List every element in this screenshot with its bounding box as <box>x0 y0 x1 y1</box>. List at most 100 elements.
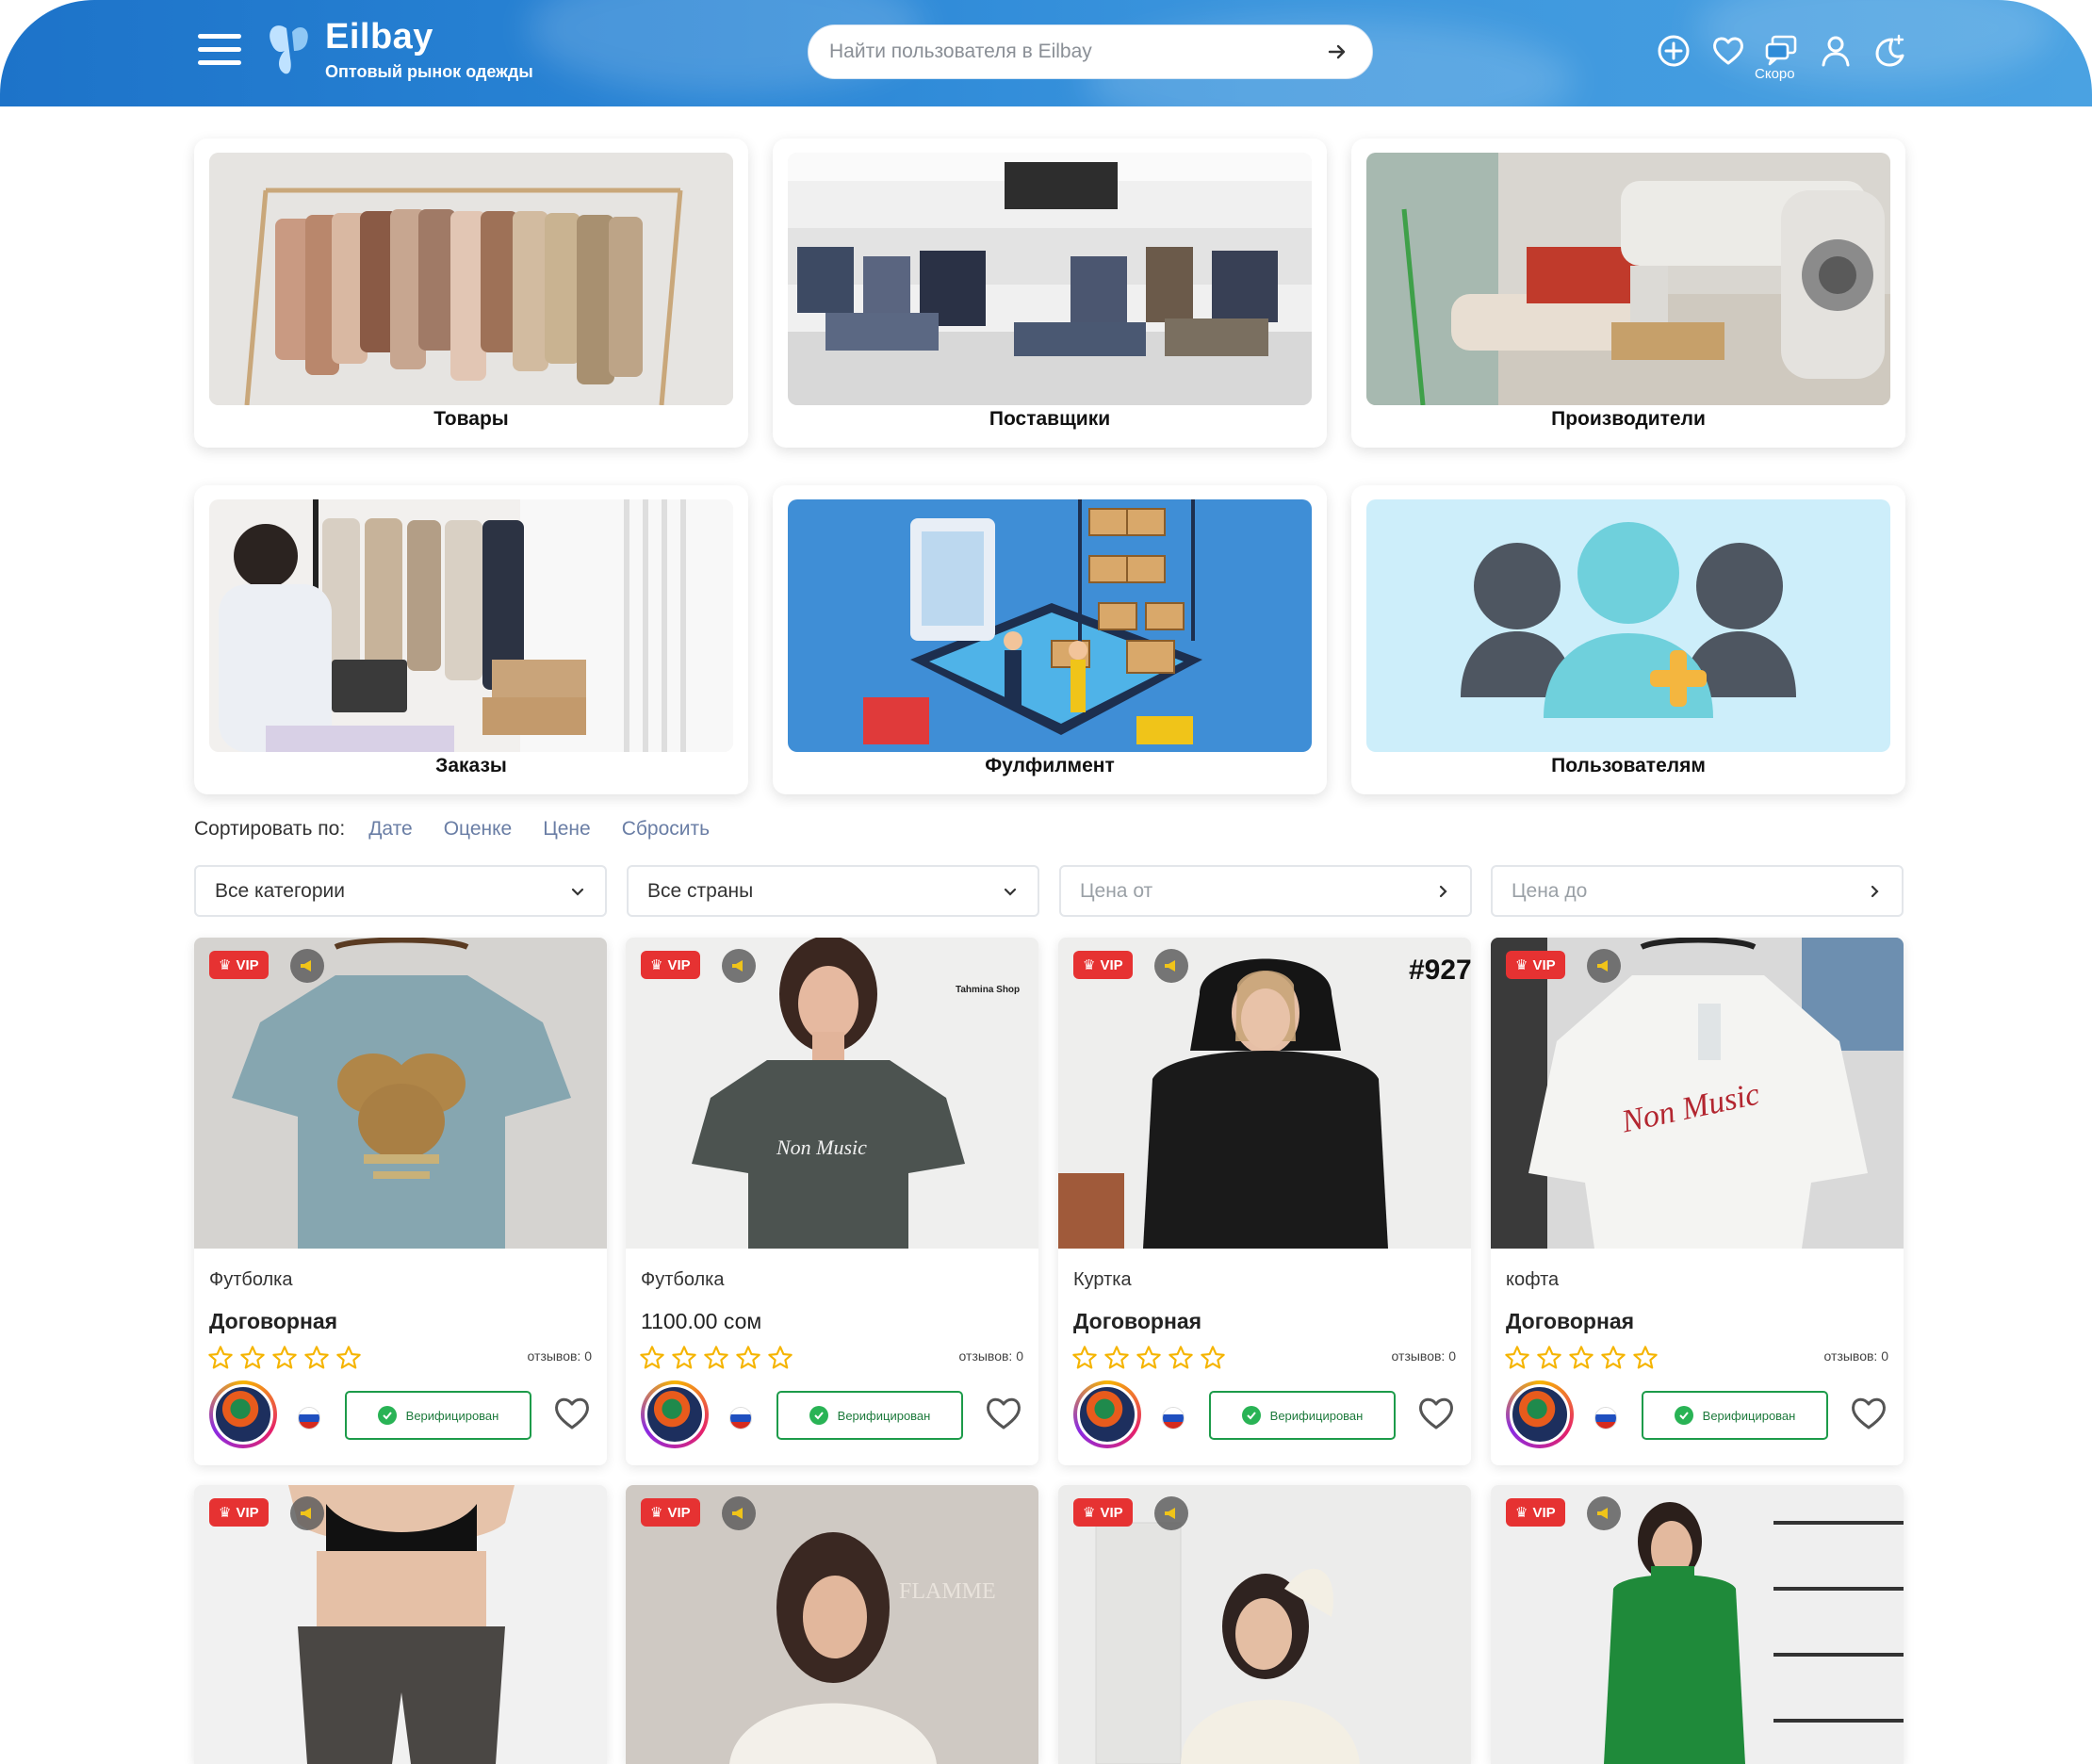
verified-badge: Верифицирован <box>345 1391 531 1440</box>
category-select[interactable]: Все категории <box>194 865 607 917</box>
product-card[interactable]: ♛ VIP <box>1491 1485 1904 1764</box>
category-label: Заказы <box>435 755 507 776</box>
vip-badge-label: VIP <box>667 956 691 973</box>
category-tile-suppliers[interactable]: Поставщики <box>773 139 1327 448</box>
megaphone-icon[interactable] <box>290 1496 324 1530</box>
crown-icon: ♛ <box>650 1505 663 1521</box>
verified-badge: Верифицирован <box>1642 1391 1828 1440</box>
product-photo: FLAMME ♛ VIP <box>626 1485 1038 1764</box>
app-title[interactable]: Eilbay <box>325 17 433 57</box>
chevron-down-icon <box>1004 888 1017 896</box>
seller-avatar[interactable] <box>1506 1380 1574 1448</box>
product-card[interactable]: ♛ VIP <box>1058 1485 1471 1764</box>
favorite-heart-icon[interactable] <box>1847 1392 1890 1435</box>
product-photo: ♛ VIP <box>1491 1485 1904 1764</box>
star-icon <box>1569 1346 1594 1369</box>
sort-by-price-link[interactable]: Цене <box>543 818 591 841</box>
product-card[interactable]: ♛ VIP Футболка Договорная отзывов: 0 Вери… <box>194 938 607 1465</box>
product-card[interactable]: Non Music Tahmina Shop ♛ VIP Футболка 110… <box>626 938 1038 1465</box>
country-select[interactable]: Все страны <box>627 865 1039 917</box>
favorite-heart-icon[interactable] <box>1414 1392 1458 1435</box>
review-count: отзывов: 0 <box>1391 1348 1456 1364</box>
seller-avatar[interactable] <box>1073 1380 1141 1448</box>
product-card[interactable]: #927 ♛ VIP Куртка Договорная отзывов: 0 В… <box>1058 938 1471 1465</box>
product-card[interactable]: Non Music ♛ VIP кофта Договорная отзывов:… <box>1491 938 1904 1465</box>
seller-avatar[interactable] <box>209 1380 277 1448</box>
star-icon <box>1169 1346 1193 1369</box>
product-category: кофта <box>1506 1269 1560 1290</box>
star-icon <box>768 1346 793 1369</box>
category-tile-fulfillment[interactable]: Фулфилмент <box>773 485 1327 794</box>
heart-icon[interactable] <box>1709 32 1747 70</box>
product-card[interactable]: FLAMME ♛ VIP <box>626 1485 1038 1764</box>
russia-flag-icon <box>729 1407 752 1429</box>
star-icon <box>640 1346 664 1369</box>
category-tile-goods[interactable]: Товары <box>194 139 748 448</box>
megaphone-icon[interactable] <box>290 949 324 983</box>
product-card[interactable]: ♛ VIP <box>194 1485 607 1764</box>
favorite-heart-icon[interactable] <box>982 1392 1025 1435</box>
fulfillment-illustration-image <box>788 499 1312 752</box>
product-price: Договорная <box>1073 1309 1202 1333</box>
vip-badge-label: VIP <box>1100 956 1123 973</box>
menu-button[interactable] <box>198 32 241 68</box>
search-submit-icon[interactable] <box>1323 38 1351 66</box>
chat-icon[interactable] <box>1763 32 1801 70</box>
plus-circle-icon[interactable] <box>1655 32 1692 70</box>
sewing-machine-image <box>1366 153 1890 405</box>
category-tile-users[interactable]: Пользователям <box>1351 485 1905 794</box>
megaphone-icon[interactable] <box>1587 1496 1621 1530</box>
vip-badge-label: VIP <box>236 956 259 973</box>
price-from-placeholder: Цена от <box>1080 879 1153 902</box>
star-icon <box>1136 1346 1161 1369</box>
category-label: Товары <box>433 408 509 430</box>
check-icon <box>1241 1406 1261 1425</box>
vip-badge-label: VIP <box>1532 1504 1556 1521</box>
price-to-field[interactable]: Цена до <box>1491 865 1904 917</box>
category-label: Производители <box>1551 408 1706 430</box>
crown-icon: ♛ <box>1083 957 1096 973</box>
rating-stars <box>1071 1345 1226 1371</box>
vip-badge-label: VIP <box>1100 1504 1123 1521</box>
crown-icon: ♛ <box>219 957 232 973</box>
verified-badge: Верифицирован <box>776 1391 963 1440</box>
rating-stars <box>1504 1345 1659 1371</box>
verified-label: Верифицирован <box>405 1408 499 1423</box>
top-header: Eilbay Оптовый рынок одежды Скоро <box>0 0 2092 106</box>
star-icon <box>1072 1346 1097 1369</box>
category-label: Пользователям <box>1551 755 1706 776</box>
sort-by-rating-link[interactable]: Оценке <box>444 818 513 841</box>
vip-badge-label: VIP <box>1532 956 1556 973</box>
megaphone-icon[interactable] <box>722 1496 756 1530</box>
category-select-value: Все категории <box>215 879 345 902</box>
search-input[interactable] <box>829 41 1323 63</box>
search-bar <box>808 24 1373 79</box>
product-photo: #927 ♛ VIP <box>1058 938 1471 1249</box>
sort-reset-link[interactable]: Сбросить <box>622 818 710 841</box>
megaphone-icon[interactable] <box>1154 1496 1188 1530</box>
user-icon[interactable] <box>1817 32 1855 70</box>
product-price: Договорная <box>1506 1309 1635 1333</box>
sort-by-date-link[interactable]: Дате <box>368 818 413 841</box>
star-icon <box>1537 1346 1561 1369</box>
clothes-rack-image <box>209 153 733 405</box>
seller-avatar[interactable] <box>641 1380 709 1448</box>
moon-icon[interactable] <box>1870 32 1907 70</box>
product-category: Куртка <box>1073 1269 1132 1290</box>
vip-badge-label: VIP <box>667 1504 691 1521</box>
category-label: Фулфилмент <box>985 755 1115 776</box>
product-price: Договорная <box>209 1309 338 1333</box>
crown-icon: ♛ <box>1515 957 1528 973</box>
app-subtitle: Оптовый рынок одежды <box>325 62 533 81</box>
megaphone-icon[interactable] <box>722 949 756 983</box>
product-category: Футболка <box>641 1269 725 1290</box>
users-group-illustration <box>1366 499 1890 752</box>
favorite-heart-icon[interactable] <box>550 1392 594 1435</box>
price-from-field[interactable]: Цена от <box>1059 865 1472 917</box>
verified-label: Верифицирован <box>1702 1408 1796 1423</box>
megaphone-icon[interactable] <box>1154 949 1188 983</box>
category-tile-manufacturers[interactable]: Производители <box>1351 139 1905 448</box>
category-tile-orders[interactable]: Заказы <box>194 485 748 794</box>
megaphone-icon[interactable] <box>1587 949 1621 983</box>
vip-badge: ♛ VIP <box>641 1498 700 1527</box>
